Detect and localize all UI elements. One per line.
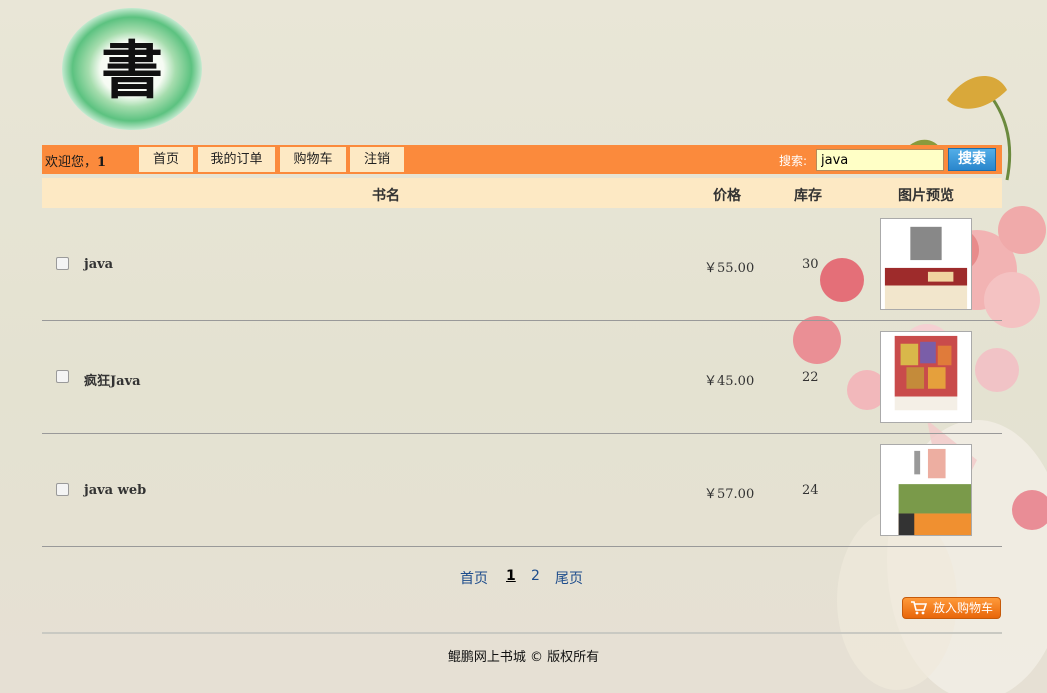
add-to-cart-label: 放入购物车 xyxy=(933,601,994,615)
pager-last[interactable]: 尾页 xyxy=(555,568,583,588)
site-logo: 書 xyxy=(62,8,202,130)
nav-logout[interactable]: 注销 xyxy=(350,147,404,172)
column-header-stock: 库存 xyxy=(794,188,822,204)
pagination: 首页 1 2 尾页 xyxy=(0,568,1047,588)
row-checkbox[interactable] xyxy=(56,483,69,496)
welcome-text: 欢迎您，1 xyxy=(45,151,106,170)
book-price: ￥45.00 xyxy=(704,374,755,389)
search-button[interactable]: 搜索 xyxy=(948,148,996,171)
search-input[interactable] xyxy=(816,149,944,171)
column-header-name: 书名 xyxy=(372,188,400,204)
book-cover-image xyxy=(880,218,972,310)
book-price: ￥55.00 xyxy=(704,261,755,276)
top-navbar: 欢迎您，1 首页 我的订单 购物车 注销 搜索: 搜索 xyxy=(42,145,1002,174)
shopping-cart-icon xyxy=(911,601,927,615)
book-name: java xyxy=(84,257,114,272)
username: 1 xyxy=(97,155,107,170)
nav-home[interactable]: 首页 xyxy=(139,147,193,172)
book-stock: 24 xyxy=(802,483,819,498)
welcome-prefix: 欢迎您， xyxy=(45,155,98,170)
row-checkbox[interactable] xyxy=(56,257,69,270)
table-row: java web ￥57.00 24 xyxy=(42,434,1002,547)
footer-divider xyxy=(42,632,1002,634)
table-row: 疯狂Java ￥45.00 22 xyxy=(42,321,1002,434)
column-header-price: 价格 xyxy=(713,188,741,204)
book-name: java web xyxy=(84,483,147,498)
search-label: 搜索: xyxy=(779,154,808,168)
table-row: java ￥55.00 30 xyxy=(42,208,1002,321)
add-to-cart-button[interactable]: 放入购物车 xyxy=(902,597,1001,619)
table-header: 书名 价格 库存 图片预览 xyxy=(42,178,1002,208)
book-name: 疯狂Java xyxy=(84,374,141,389)
book-cover-image xyxy=(880,331,972,423)
book-price: ￥57.00 xyxy=(704,487,755,502)
pager-page-2[interactable]: 2 xyxy=(531,568,540,584)
pager-page-1[interactable]: 1 xyxy=(506,568,516,584)
nav-cart[interactable]: 购物车 xyxy=(280,147,346,172)
row-checkbox[interactable] xyxy=(56,370,69,383)
column-header-preview: 图片预览 xyxy=(898,188,954,204)
nav-my-orders[interactable]: 我的订单 xyxy=(198,147,275,172)
footer-copyright: 鲲鹏网上书城 © 版权所有 xyxy=(447,650,600,665)
pager-first[interactable]: 首页 xyxy=(460,568,488,588)
book-stock: 30 xyxy=(802,257,819,272)
book-cover-image xyxy=(880,444,972,536)
logo-character: 書 xyxy=(101,34,163,107)
book-stock: 22 xyxy=(802,370,819,385)
